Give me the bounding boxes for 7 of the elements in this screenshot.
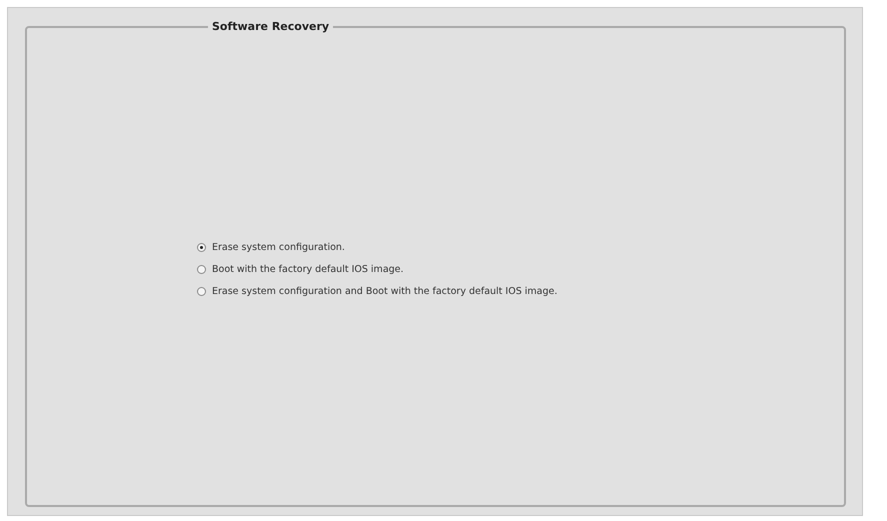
option-label[interactable]: Erase system configuration. (212, 242, 345, 252)
option-label[interactable]: Boot with the factory default IOS image. (212, 264, 404, 274)
radio-button[interactable] (197, 242, 206, 252)
option-label[interactable]: Erase system configuration and Boot with the factory default IOS image. (212, 286, 558, 296)
group-title: Software Recovery (211, 20, 330, 33)
radio-button[interactable] (197, 286, 206, 296)
radio-button[interactable] (197, 264, 206, 274)
